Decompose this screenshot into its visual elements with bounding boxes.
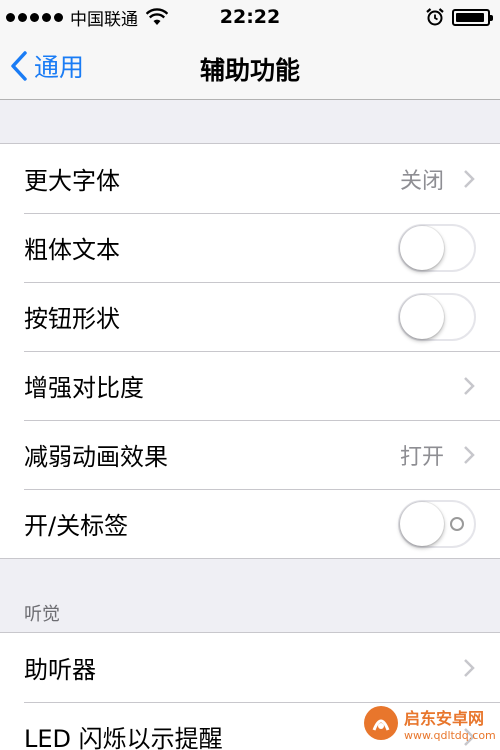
status-bar: 中国联通 22:22 <box>0 0 500 34</box>
row-label: 减弱动画效果 <box>24 443 168 471</box>
chevron-right-icon <box>464 445 475 464</box>
row-label: 按钮形状 <box>24 305 120 333</box>
signal-strength-icon <box>6 12 66 22</box>
wifi-icon <box>146 8 168 25</box>
row-value: 打开 <box>399 444 444 470</box>
row-label: 开/关标签 <box>24 512 129 540</box>
battery-icon <box>452 9 493 26</box>
row-on-off-labels: 开/关标签 <box>0 489 500 558</box>
row-label: 增强对比度 <box>24 374 144 402</box>
button-shapes-toggle[interactable] <box>398 292 476 341</box>
watermark-logo-icon <box>364 706 398 740</box>
row-label: LED 闪烁以示提醒 <box>24 725 223 750</box>
row-label: 粗体文本 <box>24 236 120 264</box>
row-reduce-motion[interactable]: 减弱动画效果 打开 <box>0 420 500 489</box>
off-label-ring-icon <box>450 516 464 531</box>
toggle-knob <box>400 501 444 546</box>
row-larger-text[interactable]: 更大字体 关闭 <box>0 144 500 213</box>
chevron-right-icon <box>464 169 475 188</box>
row-increase-contrast[interactable]: 增强对比度 <box>0 351 500 420</box>
row-button-shapes: 按钮形状 <box>0 282 500 351</box>
bold-text-toggle[interactable] <box>398 223 476 272</box>
chevron-right-icon <box>464 658 475 677</box>
on-off-labels-toggle[interactable] <box>398 499 476 548</box>
row-hearing-devices[interactable]: 助听器 <box>0 633 500 702</box>
section-header-hearing: 听觉 <box>24 604 60 625</box>
page-title: 辅助功能 <box>199 56 300 85</box>
row-label: 更大字体 <box>24 167 120 195</box>
row-label: 助听器 <box>24 656 96 684</box>
accessibility-vision-group: 更大字体 关闭 粗体文本 按钮形状 增强对比度 减弱动画效果 打开 开/关标签 <box>0 143 500 559</box>
site-watermark: 启东安卓网 www.qdltdq.com <box>364 700 496 746</box>
toggle-knob <box>400 225 444 270</box>
carrier-name: 中国联通 <box>70 9 138 30</box>
row-bold-text: 粗体文本 <box>0 213 500 282</box>
chevron-right-icon <box>464 376 475 395</box>
navigation-bar: 通用 辅助功能 <box>0 34 500 100</box>
screen: 中国联通 22:22 通用 辅助功能 更大字体 关闭 粗体文本 按钮形状 增强对… <box>0 0 500 750</box>
toggle-knob <box>400 294 444 339</box>
watermark-url: www.qdltdq.com <box>404 728 496 742</box>
watermark-name: 启东安卓网 <box>404 708 485 728</box>
row-value: 关闭 <box>399 168 444 194</box>
alarm-clock-icon <box>426 8 444 26</box>
